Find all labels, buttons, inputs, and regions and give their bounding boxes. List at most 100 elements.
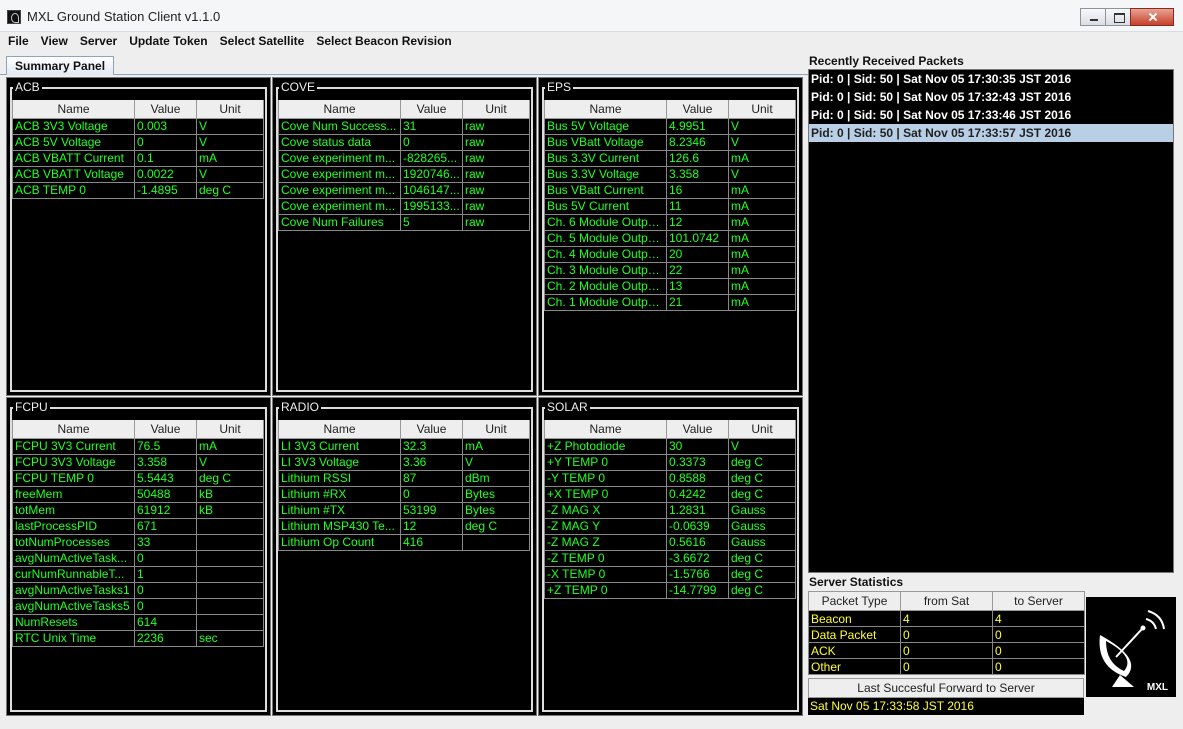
table-row[interactable]: ACB TEMP 0 -1.4895 deg C	[12, 181, 264, 199]
table-row[interactable]: avgNumActiveTask... 0	[12, 549, 264, 567]
table-row[interactable]: +Y TEMP 0 0.3373 deg C	[544, 453, 796, 471]
table-row[interactable]: Bus VBatt Voltage 8.2346 V	[544, 133, 796, 151]
column-header-name[interactable]: Name	[12, 420, 135, 439]
table-row[interactable]: +X TEMP 0 0.4242 deg C	[544, 485, 796, 503]
table-row[interactable]: Lithium Op Count 416	[278, 533, 530, 551]
table-row[interactable]: Lithium #RX 0 Bytes	[278, 485, 530, 503]
table-row[interactable]: Bus 5V Current 11 mA	[544, 197, 796, 215]
table-row[interactable]: Cove experiment m... 1995133... raw	[278, 197, 530, 215]
column-header-value[interactable]: Value	[134, 100, 197, 119]
table-row[interactable]: -X TEMP 0 -1.5766 deg C	[544, 565, 796, 583]
table-row[interactable]: NumResets 614	[12, 613, 264, 631]
column-header-value[interactable]: Value	[400, 100, 463, 119]
table-row[interactable]: Beacon 4 4	[808, 610, 1085, 627]
table-row[interactable]: Data Packet 0 0	[808, 626, 1085, 643]
table-row[interactable]: FCPU TEMP 0 5.5443 deg C	[12, 469, 264, 487]
table-row[interactable]: Lithium RSSI 87 dBm	[278, 469, 530, 487]
table-row[interactable]: totMem 61912 kB	[12, 501, 264, 519]
menu-server[interactable]: Server	[74, 32, 123, 53]
table-row[interactable]: Bus VBatt Current 16 mA	[544, 181, 796, 199]
table-row[interactable]: Ch. 4 Module Outpu... 20 mA	[544, 245, 796, 263]
table-row[interactable]: Ch. 2 Module Outpu... 13 mA	[544, 277, 796, 295]
table-row[interactable]: curNumRunnableT... 1	[12, 565, 264, 583]
table-row[interactable]: Cove Num Failures 5 raw	[278, 213, 530, 231]
table-row[interactable]: Ch. 6 Module Outpu... 12 mA	[544, 213, 796, 231]
table-row[interactable]: Cove experiment m... 1920746... raw	[278, 165, 530, 183]
table-row[interactable]: ACB 3V3 Voltage 0.003 V	[12, 117, 264, 135]
column-header-name[interactable]: Name	[278, 100, 401, 119]
header-from-sat[interactable]: from Sat	[900, 591, 993, 611]
table-row[interactable]: +Z Photodiode 30 V	[544, 437, 796, 455]
column-header-unit[interactable]: Unit	[462, 420, 530, 439]
table-row[interactable]: totNumProcesses 33	[12, 533, 264, 551]
table-row[interactable]: Ch. 1 Module Outpu... 21 mA	[544, 293, 796, 311]
fcpu-table[interactable]: Name Value Unit FCPU 3V3 Current 76.5 mA FCPU …	[12, 420, 264, 647]
menu-select-beacon-revision[interactable]: Select Beacon Revision	[310, 32, 457, 53]
header-to-server[interactable]: to Server	[992, 591, 1085, 611]
column-header-name[interactable]: Name	[544, 100, 667, 119]
table-row[interactable]: LI 3V3 Voltage 3.36 V	[278, 453, 530, 471]
table-row[interactable]: FCPU 3V3 Voltage 3.358 V	[12, 453, 264, 471]
table-row[interactable]: Cove experiment m... 1046147... raw	[278, 181, 530, 199]
packet-list-item[interactable]: Pid: 0 | Sid: 50 | Sat Nov 05 17:33:57 J…	[809, 124, 1173, 142]
table-row[interactable]: RTC Unix Time 2236 sec	[12, 629, 264, 647]
table-row[interactable]: ACB 5V Voltage 0 V	[12, 133, 264, 151]
column-header-value[interactable]: Value	[666, 100, 729, 119]
table-row[interactable]: -Z MAG Y -0.0639 Gauss	[544, 517, 796, 535]
column-header-unit[interactable]: Unit	[728, 100, 796, 119]
table-row[interactable]: ACB VBATT Voltage 0.0022 V	[12, 165, 264, 183]
acb-table[interactable]: Name Value Unit ACB 3V3 Voltage 0.003 V ACB 5V…	[12, 100, 264, 199]
column-header-unit[interactable]: Unit	[728, 420, 796, 439]
table-row[interactable]: ACK 0 0	[808, 642, 1085, 659]
table-row[interactable]: -Z TEMP 0 -3.6672 deg C	[544, 549, 796, 567]
packet-list-item[interactable]: Pid: 0 | Sid: 50 | Sat Nov 05 17:32:43 J…	[809, 88, 1173, 106]
table-row[interactable]: +Z TEMP 0 -14.7799 deg C	[544, 581, 796, 599]
table-row[interactable]: Cove Num Success... 31 raw	[278, 117, 530, 135]
table-row[interactable]: Lithium #TX 53199 Bytes	[278, 501, 530, 519]
column-header-name[interactable]: Name	[12, 100, 135, 119]
column-header-value[interactable]: Value	[666, 420, 729, 439]
table-row[interactable]: Cove status data 0 raw	[278, 133, 530, 151]
table-row[interactable]: Bus 3.3V Current 126.6 mA	[544, 149, 796, 167]
table-row[interactable]: Cove experiment m... -828265... raw	[278, 149, 530, 167]
column-header-value[interactable]: Value	[134, 420, 197, 439]
table-row[interactable]: LI 3V3 Current 32.3 mA	[278, 437, 530, 455]
table-row[interactable]: -Z MAG Z 0.5616 Gauss	[544, 533, 796, 551]
column-header-value[interactable]: Value	[400, 420, 463, 439]
table-row[interactable]: Ch. 5 Module Outpu... 101.0742 mA	[544, 229, 796, 247]
menu-view[interactable]: View	[35, 32, 74, 53]
column-header-unit[interactable]: Unit	[196, 100, 264, 119]
close-button[interactable]	[1130, 8, 1174, 26]
packet-list-item[interactable]: Pid: 0 | Sid: 50 | Sat Nov 05 17:33:46 J…	[809, 106, 1173, 124]
column-header-unit[interactable]: Unit	[462, 100, 530, 119]
table-row[interactable]: Bus 3.3V Voltage 3.358 V	[544, 165, 796, 183]
table-row[interactable]: Bus 5V Voltage 4.9951 V	[544, 117, 796, 135]
radio-table[interactable]: Name Value Unit LI 3V3 Current 32.3 mA LI 3V3 …	[278, 420, 530, 551]
menu-select-satellite[interactable]: Select Satellite	[214, 32, 311, 53]
tab-summary-panel[interactable]: Summary Panel	[6, 56, 115, 76]
table-row[interactable]: -Y TEMP 0 0.8588 deg C	[544, 469, 796, 487]
table-row[interactable]: ACB VBATT Current 0.1 mA	[12, 149, 264, 167]
table-row[interactable]: lastProcessPID 671	[12, 517, 264, 535]
menu-file[interactable]: File	[2, 32, 35, 53]
table-row[interactable]: avgNumActiveTasks5 0	[12, 597, 264, 615]
recent-packets-list[interactable]: Pid: 0 | Sid: 50 | Sat Nov 05 17:30:35 J…	[808, 69, 1174, 573]
table-row[interactable]: Other 0 0	[808, 658, 1085, 675]
menu-update-token[interactable]: Update Token	[123, 32, 213, 53]
table-row[interactable]: -Z MAG X 1.2831 Gauss	[544, 501, 796, 519]
table-row[interactable]: FCPU 3V3 Current 76.5 mA	[12, 437, 264, 455]
header-packet-type[interactable]: Packet Type	[808, 591, 901, 611]
minimize-button[interactable]	[1080, 8, 1106, 26]
column-header-name[interactable]: Name	[544, 420, 667, 439]
cove-table[interactable]: Name Value Unit Cove Num Success... 31 raw Cov…	[278, 100, 530, 231]
table-row[interactable]: avgNumActiveTasks1 0	[12, 581, 264, 599]
packet-list-item[interactable]: Pid: 0 | Sid: 50 | Sat Nov 05 17:30:35 J…	[809, 70, 1173, 88]
table-row[interactable]: Ch. 3 Module Outpu... 22 mA	[544, 261, 796, 279]
solar-table[interactable]: Name Value Unit +Z Photodiode 30 V +Y TEMP 0 0.…	[544, 420, 796, 599]
table-row[interactable]: Lithium MSP430 Te... 12 deg C	[278, 517, 530, 535]
table-row[interactable]: freeMem 50488 kB	[12, 485, 264, 503]
column-header-name[interactable]: Name	[278, 420, 401, 439]
maximize-button[interactable]	[1105, 8, 1131, 26]
eps-table[interactable]: Name Value Unit Bus 5V Voltage 4.9951 V Bus VB…	[544, 100, 796, 311]
column-header-unit[interactable]: Unit	[196, 420, 264, 439]
